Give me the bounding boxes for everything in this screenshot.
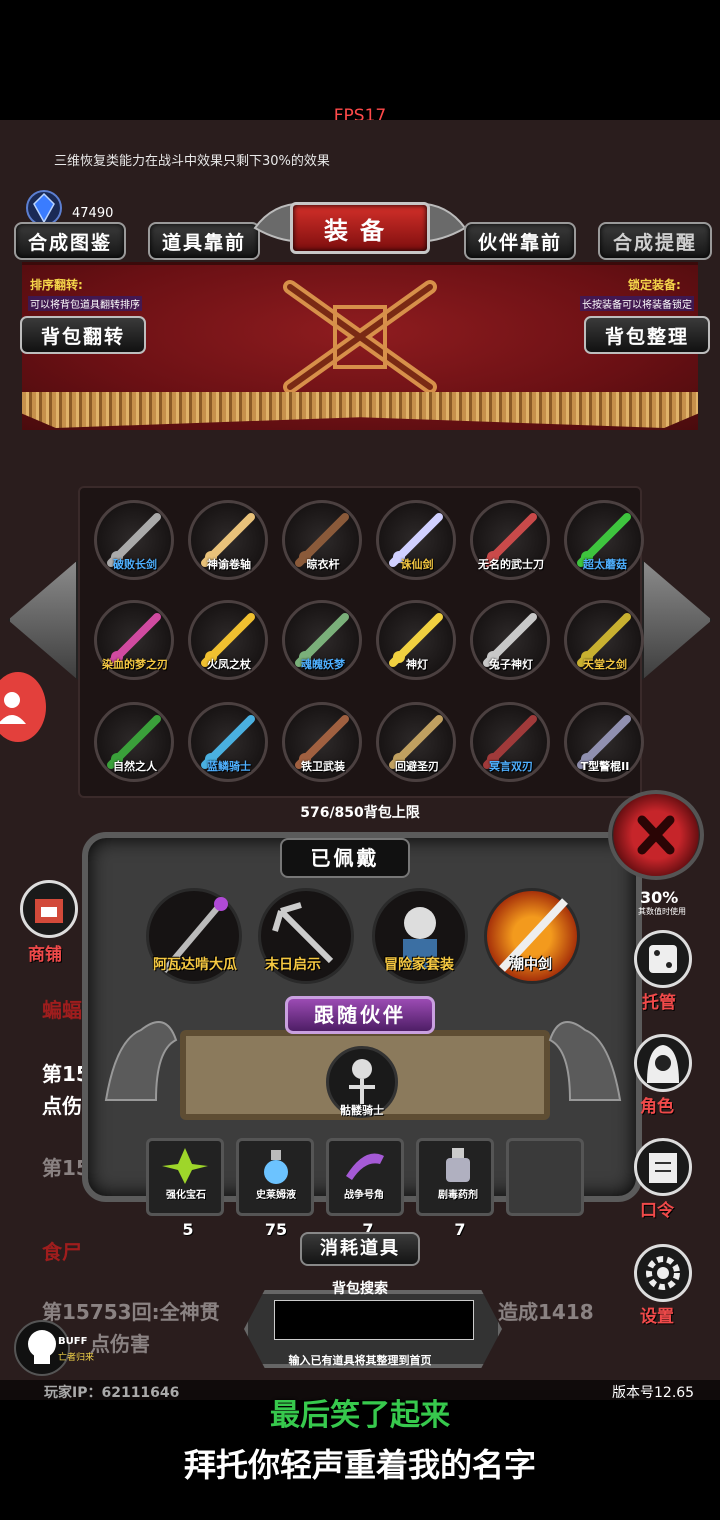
command-label: 口令 bbox=[640, 1201, 674, 1221]
lock-hint-text: 长按装备可以将装备锁定 bbox=[580, 296, 694, 311]
role-label: 角色 bbox=[640, 1097, 674, 1117]
dragon-statue-left-icon bbox=[104, 1021, 178, 1101]
shop-icon bbox=[35, 899, 63, 923]
consumables-title: 消耗道具 bbox=[300, 1232, 420, 1266]
consumable-name: 史莱姆液 bbox=[256, 1190, 296, 1201]
hooded-figure-icon bbox=[647, 1045, 679, 1083]
scroll-icon bbox=[649, 1153, 677, 1183]
follow-companion-title: 跟随伙伴 bbox=[285, 996, 435, 1034]
lock-hint-title: 锁定装备: bbox=[628, 278, 681, 292]
companion-name: 骷髅骑士 bbox=[340, 1104, 384, 1117]
settings-label: 设置 bbox=[640, 1307, 674, 1327]
crossed-swords-emblem-icon bbox=[283, 280, 437, 394]
percent-indicator: 30% bbox=[640, 888, 679, 907]
sort-hint-title: 排序翻转: bbox=[30, 278, 83, 292]
bag-flip-button[interactable]: 背包翻转 bbox=[20, 316, 146, 354]
consumable-slot-empty[interactable] bbox=[506, 1138, 584, 1216]
log-line: 点伤 bbox=[42, 1094, 82, 1118]
tab-items-front[interactable]: 道具靠前 bbox=[148, 222, 260, 260]
equipped-title: 已佩戴 bbox=[280, 838, 410, 878]
role-button[interactable] bbox=[634, 1034, 692, 1092]
percent-note: 其数值时使用 bbox=[638, 907, 686, 916]
bag-search-label: 背包搜索 bbox=[332, 1281, 388, 1297]
profile-avatar-button[interactable] bbox=[0, 672, 46, 742]
person-icon bbox=[0, 692, 26, 724]
dice-icon bbox=[649, 945, 677, 973]
shop-label: 商铺 bbox=[28, 945, 62, 965]
gear-icon bbox=[646, 1256, 680, 1290]
system-notice: 三维恢复类能力在战斗中效果只剩下30%的效果 bbox=[54, 154, 330, 169]
currency-value: 47490 bbox=[72, 206, 114, 221]
equipped-item-name: 末日启示 bbox=[265, 957, 321, 973]
gem-sparkle-icon bbox=[162, 1148, 208, 1184]
buff-name: 亡者归来 bbox=[58, 1353, 95, 1363]
skull-icon bbox=[28, 1330, 56, 1364]
log-line: 造成1418 bbox=[498, 1300, 594, 1324]
log-line: 点伤害 bbox=[90, 1332, 150, 1356]
log-line: 第15753回:全神贯 bbox=[42, 1300, 220, 1324]
inventory-item-name: T型警棍II bbox=[580, 760, 630, 773]
log-line: 食尸 bbox=[42, 1240, 82, 1264]
tab-synth-remind[interactable]: 合成提醒 bbox=[598, 222, 712, 260]
consumable-count: 75 bbox=[264, 1220, 288, 1239]
war-horn-icon bbox=[346, 1153, 384, 1180]
consumable-count: 7 bbox=[454, 1220, 466, 1239]
settings-button[interactable] bbox=[634, 1244, 692, 1302]
bag-sort-button[interactable]: 背包整理 bbox=[584, 316, 710, 354]
subtitle-line-2: 拜托你轻声重着我的名字 bbox=[183, 1446, 536, 1484]
inventory-item-name: 超太蘑菇 bbox=[583, 558, 627, 571]
poison-vial-icon bbox=[446, 1148, 470, 1182]
auto-manage-label: 托管 bbox=[642, 993, 676, 1013]
equipped-item-name: 冒险家套装 bbox=[384, 957, 454, 973]
buff-label: BUFF bbox=[58, 1336, 88, 1347]
log-line: 蝙蝠 bbox=[42, 998, 82, 1022]
consumable-count: 5 bbox=[182, 1220, 194, 1239]
bag-search-input[interactable] bbox=[274, 1300, 474, 1340]
buff-icon[interactable] bbox=[14, 1320, 70, 1376]
consumable-name: 战争号角 bbox=[344, 1190, 384, 1201]
subtitle-line-1: 最后笑了起来 bbox=[270, 1398, 450, 1433]
bag-search-hint: 输入已有道具将其整理到首页 bbox=[288, 1354, 432, 1367]
consumable-name: 强化宝石 bbox=[166, 1190, 206, 1201]
consumable-name: 剧毒药剂 bbox=[438, 1190, 478, 1201]
tab-equipment[interactable]: 装备 bbox=[290, 202, 430, 254]
equipped-item-name: 潮中剑 bbox=[510, 957, 552, 973]
potion-bottle-icon bbox=[264, 1150, 288, 1184]
diamond-icon bbox=[26, 190, 62, 226]
command-button[interactable] bbox=[634, 1138, 692, 1196]
tab-partners-front[interactable]: 伙伴靠前 bbox=[464, 222, 576, 260]
dragon-statue-right-icon bbox=[548, 1021, 622, 1101]
close-button[interactable] bbox=[608, 790, 704, 880]
close-icon bbox=[637, 815, 675, 855]
shop-button[interactable] bbox=[20, 880, 78, 938]
inventory-item-name: 天堂之剑 bbox=[583, 658, 627, 671]
auto-manage-button[interactable] bbox=[634, 930, 692, 988]
tab-synth-atlas[interactable]: 合成图鉴 bbox=[14, 222, 126, 260]
sort-hint-text: 可以将背包道具翻转排序 bbox=[28, 296, 142, 311]
